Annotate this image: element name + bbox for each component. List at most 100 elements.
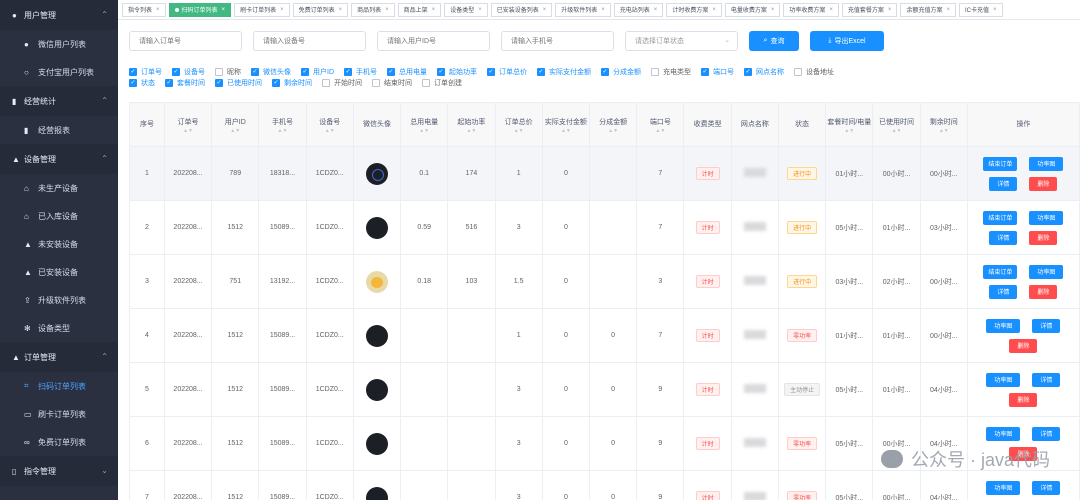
power-chart-button[interactable]: 功率图: [986, 318, 1021, 333]
sidebar-item-2-3[interactable]: ▲ 已安装设备: [0, 258, 118, 286]
column-toggle-checkbox[interactable]: ✓ 套餐时间: [165, 78, 205, 88]
column-toggle-checkbox[interactable]: ✓ 起始功率: [437, 67, 477, 77]
column-toggle-checkbox[interactable]: 结束时间: [372, 78, 412, 88]
sort-icon[interactable]: ▲▼: [165, 128, 211, 134]
column-header[interactable]: 手机号 ▲▼: [258, 102, 307, 147]
tab-3[interactable]: 免费订单列表 ×: [292, 2, 349, 17]
sort-icon[interactable]: ▲▼: [259, 128, 305, 134]
column-header[interactable]: 实际支付金额 ▲▼: [541, 102, 591, 147]
column-toggle-checkbox[interactable]: ✓ 用户ID: [301, 67, 334, 77]
close-icon[interactable]: ×: [946, 7, 950, 13]
column-toggle-checkbox[interactable]: 开始时间: [322, 78, 362, 88]
phone-input[interactable]: [501, 31, 614, 51]
sidebar-group-3[interactable]: ▲ 订单管理 ⌃: [0, 342, 118, 372]
sort-icon[interactable]: ▲▼: [401, 128, 447, 134]
close-icon[interactable]: ×: [339, 7, 343, 13]
column-toggle-checkbox[interactable]: 订单创建: [422, 78, 462, 88]
sort-icon[interactable]: ▲▼: [212, 128, 258, 134]
export-excel-button[interactable]: ⤓ 导出Excel: [810, 31, 884, 51]
sidebar-item-3-0[interactable]: ⌗ 扫码订单列表: [0, 372, 118, 400]
sort-icon[interactable]: ▲▼: [496, 128, 542, 134]
column-toggle-checkbox[interactable]: 充电类型: [651, 67, 691, 77]
order-status-select[interactable]: 请选择订单状态 ⌄: [625, 31, 738, 51]
sidebar-group-4[interactable]: ▯ 指令管理 ⌄: [0, 456, 118, 486]
column-header[interactable]: 订单号 ▲▼: [163, 102, 213, 147]
tab-9[interactable]: 充电站列表 ×: [613, 2, 664, 17]
tab-4[interactable]: 商品列表 ×: [351, 2, 395, 17]
sort-icon[interactable]: ▲▼: [543, 128, 589, 134]
tab-8[interactable]: 升级软件列表 ×: [555, 2, 611, 17]
end-order-button[interactable]: 结束订单: [983, 156, 1018, 171]
column-toggle-checkbox[interactable]: ✓ 订单号: [129, 67, 162, 77]
tab-1[interactable]: 扫码订单列表 ×: [168, 2, 232, 17]
sort-icon[interactable]: ▲▼: [826, 128, 872, 134]
power-chart-button[interactable]: 功率图: [1029, 210, 1064, 225]
tab-5[interactable]: 商品上架 ×: [397, 2, 442, 17]
query-button[interactable]: ⌕ 查询: [749, 31, 799, 51]
column-header[interactable]: 用户ID ▲▼: [211, 102, 260, 147]
column-toggle-checkbox[interactable]: ✓ 分成金额: [601, 67, 641, 77]
column-header[interactable]: 起始功率 ▲▼: [447, 102, 496, 147]
detail-button[interactable]: 详情: [989, 284, 1018, 299]
detail-button[interactable]: 详情: [1032, 480, 1061, 495]
column-toggle-checkbox[interactable]: 设备地址: [794, 67, 834, 77]
tab-6[interactable]: 设备类型 ×: [444, 2, 488, 17]
device-no-input[interactable]: [253, 31, 366, 51]
close-icon[interactable]: ×: [280, 7, 284, 13]
order-no-input[interactable]: [129, 31, 242, 51]
detail-button[interactable]: 详情: [989, 176, 1018, 191]
tab-7[interactable]: 已安装设备列表 ×: [490, 2, 553, 17]
detail-button[interactable]: 详情: [1032, 372, 1061, 387]
sidebar-group-1[interactable]: ▮ 经营统计 ⌃: [0, 86, 118, 116]
column-header[interactable]: 端口号 ▲▼: [636, 102, 685, 147]
close-icon[interactable]: ×: [993, 7, 997, 13]
sort-icon[interactable]: ▲▼: [590, 128, 636, 134]
column-toggle-checkbox[interactable]: ✓ 手机号: [344, 67, 377, 77]
tab-14[interactable]: 余额充值方案 ×: [900, 2, 956, 17]
close-icon[interactable]: ×: [654, 7, 658, 13]
power-chart-button[interactable]: 功率图: [986, 426, 1021, 441]
sidebar-item-0-0[interactable]: ● 微信用户列表: [0, 30, 118, 58]
column-toggle-checkbox[interactable]: ✓ 总用电量: [387, 67, 427, 77]
column-toggle-checkbox[interactable]: ✓ 订单总价: [487, 67, 527, 77]
column-toggle-checkbox[interactable]: ✓ 端口号: [701, 67, 734, 77]
delete-button[interactable]: 删除: [1029, 230, 1058, 245]
delete-button[interactable]: 删除: [1009, 338, 1038, 353]
sort-icon[interactable]: ▲▼: [873, 128, 919, 134]
user-id-input[interactable]: [377, 31, 490, 51]
column-toggle-checkbox[interactable]: ✓ 实际支付金额: [537, 67, 591, 77]
detail-button[interactable]: 详情: [1032, 318, 1061, 333]
delete-button[interactable]: 删除: [1029, 284, 1058, 299]
close-icon[interactable]: ×: [712, 7, 716, 13]
column-toggle-checkbox[interactable]: ✓ 已使用时间: [215, 78, 262, 88]
sidebar-item-2-4[interactable]: ⇪ 升级软件列表: [0, 286, 118, 314]
power-chart-button[interactable]: 功率图: [1029, 264, 1064, 279]
sort-icon[interactable]: ▲▼: [637, 128, 683, 134]
close-icon[interactable]: ×: [543, 7, 547, 13]
close-icon[interactable]: ×: [222, 7, 226, 13]
sidebar-item-2-5[interactable]: ✻ 设备类型: [0, 314, 118, 342]
column-toggle-checkbox[interactable]: ✓ 微信头像: [251, 67, 291, 77]
close-icon[interactable]: ×: [478, 7, 482, 13]
tab-10[interactable]: 计时收费方案 ×: [666, 2, 722, 17]
column-header[interactable]: 分成金额 ▲▼: [589, 102, 638, 147]
power-chart-button[interactable]: 功率图: [986, 372, 1021, 387]
column-toggle-checkbox[interactable]: 昵称: [215, 67, 241, 77]
column-header[interactable]: 已使用时间 ▲▼: [872, 102, 921, 147]
sidebar-item-1-0[interactable]: ▮ 经营报表: [0, 116, 118, 144]
detail-button[interactable]: 详情: [1032, 426, 1061, 441]
tab-2[interactable]: 刷卡订单列表 ×: [234, 2, 290, 17]
column-toggle-checkbox[interactable]: ✓ 状态: [129, 78, 155, 88]
close-icon[interactable]: ×: [156, 7, 160, 13]
sidebar-item-2-0[interactable]: ⌂ 未生产设备: [0, 174, 118, 202]
column-toggle-checkbox[interactable]: ✓ 设备号: [172, 67, 205, 77]
tab-11[interactable]: 电量收费方案 ×: [724, 2, 781, 17]
tab-0[interactable]: 指令列表 ×: [122, 2, 166, 17]
sidebar-group-2[interactable]: ▲ 设备管理 ⌃: [0, 144, 118, 174]
detail-button[interactable]: 详情: [989, 230, 1018, 245]
tab-13[interactable]: 充值套餐方案 ×: [841, 2, 898, 17]
tab-15[interactable]: IC卡充值 ×: [958, 2, 1003, 17]
sidebar-item-2-1[interactable]: ⌂ 已入库设备: [0, 202, 118, 230]
column-toggle-checkbox[interactable]: ✓ 网点名称: [744, 67, 784, 77]
delete-button[interactable]: 删除: [1029, 176, 1058, 191]
